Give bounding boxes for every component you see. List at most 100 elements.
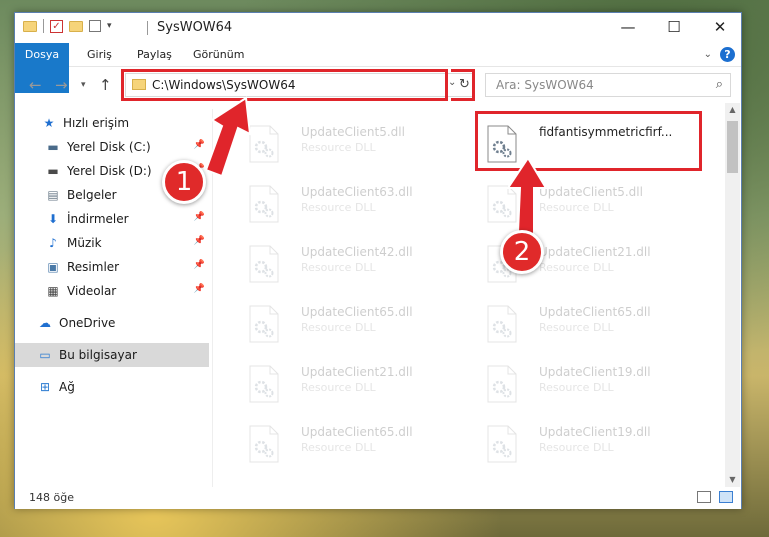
file-type: Resource DLL bbox=[301, 441, 376, 454]
back-arrow-icon[interactable]: ← bbox=[29, 76, 42, 94]
pin-icon[interactable]: 📌 bbox=[194, 236, 205, 246]
sidebar-item-label: Ağ bbox=[59, 380, 75, 394]
file-item[interactable]: UpdateClient65.dll Resource DLL bbox=[231, 299, 451, 349]
vertical-scrollbar[interactable]: ▲ ▼ bbox=[725, 103, 740, 487]
minimize-button[interactable]: — bbox=[605, 13, 651, 42]
file-item[interactable]: UpdateClient65.dll Resource DLL bbox=[469, 299, 689, 349]
pin-icon[interactable]: 📌 bbox=[194, 140, 205, 150]
sidebar-item-label: İndirmeler bbox=[67, 212, 129, 226]
customize-dropdown-icon[interactable]: ▾ bbox=[107, 21, 112, 31]
file-name: UpdateClient65.dll bbox=[301, 305, 413, 319]
pictures-icon: ▣ bbox=[47, 260, 59, 274]
expand-ribbon-icon[interactable]: ⌄ bbox=[704, 49, 712, 60]
close-button[interactable]: ✕ bbox=[697, 13, 743, 42]
pin-icon[interactable]: 📌 bbox=[194, 260, 205, 270]
file-item[interactable]: UpdateClient63.dll Resource DLL bbox=[231, 179, 451, 229]
dll-file-icon bbox=[249, 245, 279, 283]
sidebar-item[interactable]: ▭ Bu bilgisayar bbox=[15, 343, 209, 367]
file-explorer-window: ✓ ▾ SysWOW64 — ☐ ✕ Dosya Giriş Paylaş Gö… bbox=[14, 12, 742, 509]
sidebar-item[interactable]: ▦ Videolar 📌 bbox=[15, 279, 209, 303]
large-icons-view-icon[interactable] bbox=[719, 491, 733, 503]
file-item[interactable]: UpdateClient5.dll Resource DLL bbox=[469, 179, 689, 229]
file-type: Resource DLL bbox=[301, 201, 376, 214]
dll-file-icon bbox=[487, 425, 517, 463]
tab-view[interactable]: Görünüm bbox=[183, 43, 254, 67]
file-item[interactable]: UpdateClient42.dll Resource DLL bbox=[231, 239, 451, 289]
toolbar-separator bbox=[43, 19, 44, 33]
file-name: UpdateClient63.dll bbox=[301, 185, 413, 199]
new-folder-icon[interactable] bbox=[69, 20, 83, 32]
cloud-icon: ☁ bbox=[39, 316, 51, 330]
sidebar-item-label: Yerel Disk (C:) bbox=[67, 140, 151, 154]
file-item[interactable]: UpdateClient65.dll Resource DLL bbox=[231, 419, 451, 469]
folder-icon[interactable] bbox=[23, 20, 37, 32]
search-box[interactable]: Ara: SysWOW64 ⌕ bbox=[485, 73, 731, 97]
details-view-icon[interactable] bbox=[697, 491, 711, 503]
file-name: UpdateClient42.dll bbox=[301, 245, 413, 259]
sidebar-item[interactable]: ♪ Müzik 📌 bbox=[15, 231, 209, 255]
properties-icon[interactable]: ✓ bbox=[50, 19, 63, 33]
step-2-badge: 2 bbox=[500, 230, 544, 274]
file-name: UpdateClient5.dll bbox=[301, 125, 405, 139]
file-item[interactable]: UpdateClient21.dll Resource DLL bbox=[231, 359, 451, 409]
rename-icon[interactable] bbox=[89, 20, 101, 32]
refresh-highlight-box bbox=[451, 69, 475, 101]
dll-file-icon bbox=[249, 365, 279, 403]
tab-home[interactable]: Giriş bbox=[77, 43, 122, 67]
ribbon-right-controls: ⌄ ? bbox=[704, 47, 735, 62]
sidebar-item-label: Belgeler bbox=[67, 188, 117, 202]
search-icon[interactable]: ⌕ bbox=[716, 77, 723, 92]
sidebar-item-label: Yerel Disk (D:) bbox=[67, 164, 152, 178]
sidebar-item-label: OneDrive bbox=[59, 316, 116, 330]
file-name: UpdateClient19.dll bbox=[539, 425, 651, 439]
file-item[interactable]: UpdateClient19.dll Resource DLL bbox=[469, 359, 689, 409]
sidebar-item[interactable]: ▬ Yerel Disk (C:) 📌 bbox=[15, 135, 209, 159]
dll-file-icon bbox=[487, 185, 517, 223]
drive-icon: ▬ bbox=[47, 164, 59, 178]
ribbon: Dosya Giriş Paylaş Görünüm ⌄ ? bbox=[15, 43, 741, 93]
search-placeholder: Ara: SysWOW64 bbox=[496, 78, 594, 92]
file-name: UpdateClient5.dll bbox=[539, 185, 643, 199]
dll-file-icon bbox=[249, 305, 279, 343]
item-count: 148 öğe bbox=[29, 491, 74, 504]
sidebar-item[interactable]: ☁ OneDrive bbox=[15, 311, 209, 335]
help-icon[interactable]: ? bbox=[720, 47, 735, 62]
forward-arrow-icon[interactable]: → bbox=[55, 76, 68, 94]
status-bar: 148 öğe bbox=[15, 487, 741, 509]
file-type: Resource DLL bbox=[301, 141, 376, 154]
quick-access-toolbar: ✓ ▾ bbox=[23, 19, 112, 33]
scroll-up-icon[interactable]: ▲ bbox=[725, 103, 740, 117]
pin-icon[interactable]: 📌 bbox=[194, 284, 205, 294]
file-item[interactable]: UpdateClient5.dll Resource DLL bbox=[231, 119, 451, 169]
computer-icon: ▭ bbox=[39, 348, 51, 362]
file-item[interactable]: UpdateClient19.dll Resource DLL bbox=[469, 419, 689, 469]
pin-icon[interactable]: 📌 bbox=[194, 212, 205, 222]
file-name: UpdateClient65.dll bbox=[539, 305, 651, 319]
file-type: Resource DLL bbox=[539, 441, 614, 454]
recent-locations-icon[interactable]: ▾ bbox=[81, 80, 86, 90]
sidebar-item[interactable]: ⊞ Ağ bbox=[15, 375, 209, 399]
up-arrow-icon[interactable]: ↑ bbox=[99, 76, 112, 94]
sidebar-item-label: Müzik bbox=[67, 236, 102, 250]
drive-icon: ▬ bbox=[47, 140, 59, 154]
star-icon: ★ bbox=[43, 116, 55, 130]
dll-file-icon bbox=[249, 185, 279, 223]
dll-file-icon bbox=[487, 365, 517, 403]
scroll-thumb[interactable] bbox=[727, 121, 738, 173]
sidebar-item-label: Videolar bbox=[67, 284, 117, 298]
dll-file-icon bbox=[487, 305, 517, 343]
file-name: UpdateClient65.dll bbox=[301, 425, 413, 439]
sidebar-item-label: Hızlı erişim bbox=[63, 116, 130, 130]
title-separator bbox=[147, 21, 148, 35]
maximize-button[interactable]: ☐ bbox=[651, 13, 697, 42]
step-1-badge: 1 bbox=[162, 160, 206, 204]
file-type: Resource DLL bbox=[301, 321, 376, 334]
file-type: Resource DLL bbox=[539, 261, 614, 274]
tab-share[interactable]: Paylaş bbox=[127, 43, 182, 67]
window-title: SysWOW64 bbox=[157, 20, 233, 35]
file-type: Resource DLL bbox=[539, 201, 614, 214]
sidebar-item[interactable]: ⬇ İndirmeler 📌 bbox=[15, 207, 209, 231]
sidebar-item[interactable]: ★ Hızlı erişim bbox=[15, 111, 209, 135]
sidebar-item[interactable]: ▣ Resimler 📌 bbox=[15, 255, 209, 279]
scroll-down-icon[interactable]: ▼ bbox=[725, 473, 740, 487]
